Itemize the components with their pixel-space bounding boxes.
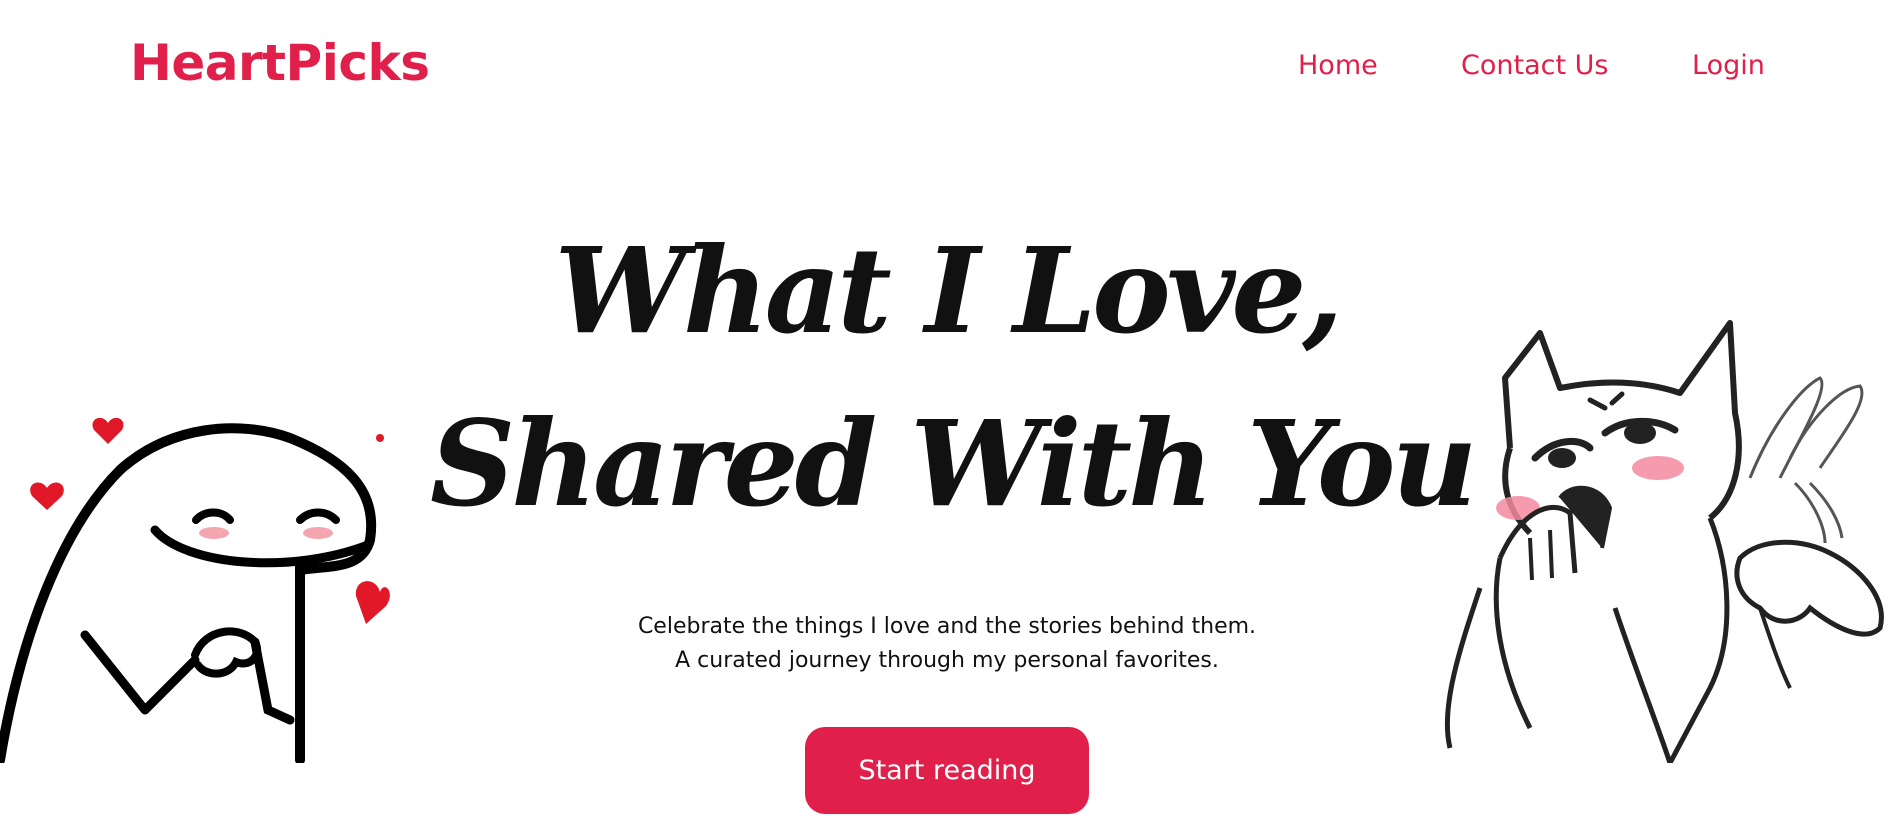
hero-headline-line-2: Shared With You [430, 394, 1477, 533]
nav-contact-link[interactable]: Contact Us [1461, 50, 1608, 81]
site-logo[interactable]: HeartPicks [130, 34, 430, 92]
heart-icon [30, 482, 64, 510]
heart-icon [92, 417, 124, 444]
heart-icon [376, 434, 384, 442]
nav-login-link[interactable]: Login [1692, 50, 1765, 81]
cat-character-illustration [1444, 320, 1884, 763]
hero-headline-line-1: What I Love, [554, 221, 1343, 360]
hero-subtitle-line-2: A curated journey through my personal fa… [675, 648, 1219, 673]
hero-subtitle-line-1: Celebrate the things I love and the stor… [637, 614, 1257, 639]
blob-character-illustration [0, 417, 390, 763]
heart-icon [355, 581, 390, 624]
start-reading-button[interactable]: Start reading [805, 727, 1089, 814]
nav-home-link[interactable]: Home [1298, 50, 1378, 81]
